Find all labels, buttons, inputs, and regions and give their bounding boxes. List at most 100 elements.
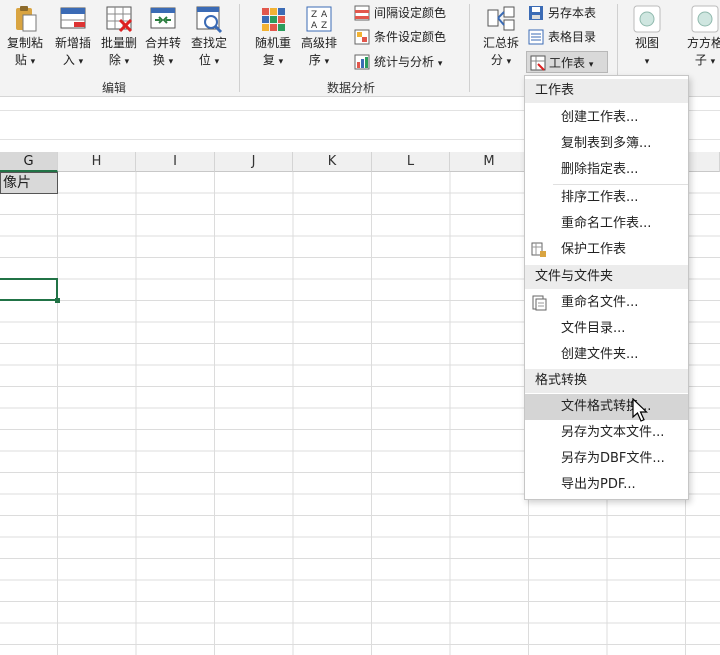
copy-paste-label-1: 复制粘 [6,36,43,50]
chevron-down-icon: ▾ [324,57,330,67]
mouse-pointer-icon [632,398,648,422]
fangfang-label-2: 子 [694,53,707,67]
menu-item-delete-sheets[interactable]: 删除指定表... [525,157,688,183]
merge-icon [148,4,178,34]
worksheet-label: 工作表 [549,56,586,70]
worksheet-button[interactable]: 工作表 ▾ [526,51,608,73]
view-button[interactable]: 视图 ▾ [624,4,670,71]
fill-handle[interactable] [55,298,60,303]
batch-delete-button[interactable]: 批量删 除 ▾ [96,4,142,71]
spreadsheet-app: 复制粘 贴 ▾ 新增插 入 ▾ 批量删 除 ▾ 合并转 换 ▾ 查找定 位 ▾ … [0,0,720,655]
summary-split-button[interactable]: 汇总拆 分 ▾ [478,4,524,71]
conditional-color-button[interactable]: 条件设定颜色 [354,26,446,48]
chevron-down-icon: ▾ [588,60,594,70]
random-repeat-label-1: 随机重 [254,36,291,50]
view-label: 视图 [634,36,659,50]
summary-split-label-1: 汇总拆 [482,36,519,50]
protect-worksheet-label: 保护工作表 [561,242,627,257]
menu-item-rename-files[interactable]: 重命名文件... [525,290,688,316]
chevron-down-icon: ▾ [278,57,284,67]
menu-item-export-pdf[interactable]: 导出为PDF... [525,472,688,498]
table-directory-label: 表格目录 [548,30,597,44]
save-as-sheet-button[interactable]: 另存本表 [528,2,596,24]
copy-paste-label-2: 贴 [14,53,27,67]
chevron-down-icon: ▾ [168,57,174,67]
menu-item-protect-worksheet[interactable]: 保护工作表 [525,237,688,263]
column-header-m[interactable]: M [450,152,529,172]
summary-split-icon [486,4,516,34]
clipboard-icon [10,4,40,34]
add-insert-button[interactable]: 新增插 入 ▾ [50,4,96,71]
magnifier-icon [194,4,224,34]
batch-delete-label-1: 批量删 [100,36,137,50]
advanced-sort-label-2: 序 [308,53,321,67]
worksheet-dropdown-menu: 工作表 创建工作表... 复制表到多簿... 删除指定表... 排序工作表...… [524,75,689,500]
view-icon [632,4,662,34]
chevron-down-icon: ▾ [124,57,130,67]
insert-rows-icon [58,4,88,34]
menu-item-copy-to-workbooks[interactable]: 复制表到多簿... [525,131,688,157]
worksheet-icon [530,55,546,71]
find-locate-button[interactable]: 查找定 位 ▾ [186,4,232,71]
chevron-down-icon: ▾ [506,57,512,67]
random-repeat-button[interactable]: 随机重 复 ▾ [250,4,296,71]
fangfang-button[interactable]: 方方格 子 ▾ [682,4,720,71]
chevron-down-icon: ▾ [644,57,650,67]
menu-item-save-as-text[interactable]: 另存为文本文件... [525,420,688,446]
advanced-sort-label-1: 高级排 [300,36,337,50]
advanced-sort-button[interactable]: ZAAZ 高级排 序 ▾ [296,4,342,71]
chevron-down-icon: ▾ [78,57,84,67]
copy-paste-button[interactable]: 复制粘 贴 ▾ [2,4,48,71]
active-cell[interactable] [0,278,58,301]
menu-item-file-directory[interactable]: 文件目录... [525,316,688,342]
menu-section-format-conversion: 格式转换 [525,369,688,393]
cell-g1[interactable]: 像片 [0,172,58,194]
fangfang-label-1: 方方格 [686,36,720,50]
menu-section-worksheet: 工作表 [525,79,688,103]
menu-item-create-worksheet[interactable]: 创建工作表... [525,105,688,131]
merge-convert-label-2: 换 [152,53,165,67]
edit-group-label: 编辑 [102,81,127,95]
column-header-g[interactable]: G [0,152,58,172]
svg-text:A: A [311,21,318,31]
chevron-down-icon: ▾ [214,57,220,67]
conditional-color-icon [354,29,370,45]
rename-files-label: 重命名文件... [561,295,639,310]
menu-item-file-format-convert[interactable]: 文件格式转换... [525,394,688,420]
stats-analysis-button[interactable]: 统计与分析 ▾ [354,51,442,73]
column-header-i[interactable]: I [136,152,215,172]
save-as-sheet-label: 另存本表 [548,6,597,20]
interval-color-button[interactable]: 间隔设定颜色 [354,2,446,24]
menu-item-rename-worksheets[interactable]: 重命名工作表... [525,211,688,237]
menu-item-create-folders[interactable]: 创建文件夹... [525,342,688,368]
menu-item-sort-worksheets[interactable]: 排序工作表... [525,185,688,211]
menu-item-save-as-dbf[interactable]: 另存为DBF文件... [525,446,688,472]
table-directory-button[interactable]: 表格目录 [528,26,596,48]
column-header-j[interactable]: J [215,152,293,172]
delete-grid-icon [104,4,134,34]
lock-sheet-icon [531,242,547,258]
column-header-k[interactable]: K [293,152,372,172]
fangfang-icon [690,4,720,34]
chevron-down-icon: ▾ [710,57,716,67]
chevron-down-icon: ▾ [437,59,443,69]
svg-text:Z: Z [311,10,317,20]
color-bars-icon [258,4,288,34]
data-group-label: 数据分析 [327,81,376,95]
merge-convert-label-1: 合并转 [144,36,181,50]
svg-text:A: A [321,10,328,20]
conditional-color-label: 条件设定颜色 [374,30,447,44]
column-header-l[interactable]: L [372,152,450,172]
chevron-down-icon: ▾ [30,57,36,67]
rename-files-icon [531,295,547,311]
column-header-p[interactable] [686,152,720,172]
ribbon-separator [469,4,470,92]
stats-icon [354,54,370,70]
interval-color-label: 间隔设定颜色 [374,6,447,20]
random-repeat-label-2: 复 [262,53,275,67]
menu-section-files-folders: 文件与文件夹 [525,265,688,289]
column-header-h[interactable]: H [58,152,136,172]
merge-convert-button[interactable]: 合并转 换 ▾ [140,4,186,71]
save-sheet-icon [528,5,544,21]
add-insert-label-1: 新增插 [54,36,91,50]
